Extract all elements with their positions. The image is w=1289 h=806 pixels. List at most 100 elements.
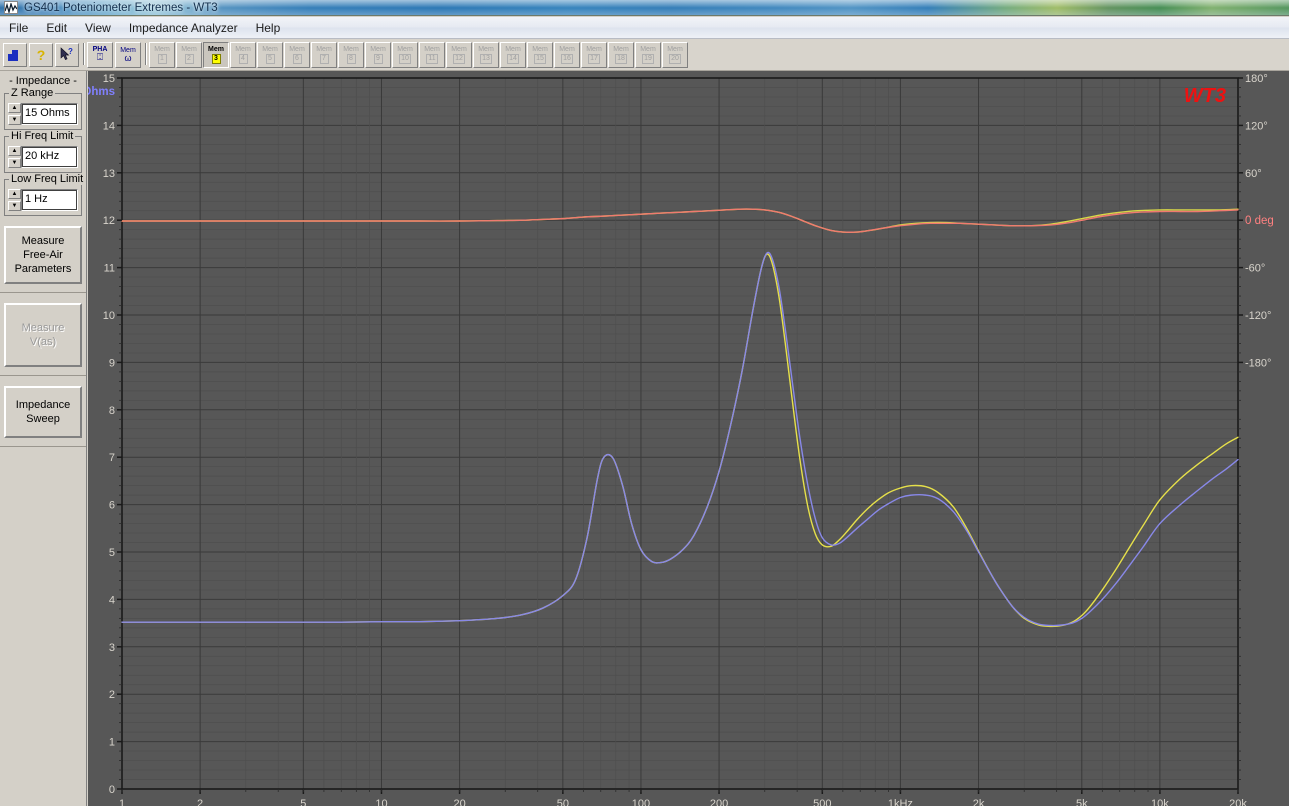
x-tick-label: 200 [710, 798, 728, 806]
window-titlebar: GS401 Poteniometer Extremes - WT3 [0, 0, 1289, 16]
y-axis-right: 180°120°60°0 deg-60°-120°-180° [1238, 73, 1274, 780]
x-tick-label: 1 [119, 798, 125, 806]
y2-tick-label: -60° [1245, 263, 1265, 275]
hi-freq-limit-legend: Hi Freq Limit [9, 130, 75, 142]
context-help-icon[interactable]: ? [55, 43, 79, 67]
x-tick-label: 10 [375, 798, 387, 806]
mem-slot-label: Mem [289, 46, 305, 54]
y-tick-label: 12 [103, 215, 115, 227]
x-tick-label: 5 [300, 798, 306, 806]
mem-slot-label: Mem [235, 46, 251, 54]
y2-tick-label: 180° [1245, 73, 1268, 85]
mem-slot-button-20[interactable]: Mem20 [662, 42, 688, 68]
phase-toggle-button[interactable]: PHA ⍠ [87, 42, 113, 68]
z-range-increment-icon[interactable]: ▲ [8, 103, 21, 113]
memory-slot-group: Mem1Mem2Mem3Mem4Mem5Mem6Mem7Mem8Mem9Mem1… [149, 42, 689, 68]
y2-tick-label: 120° [1245, 120, 1268, 132]
measure-vas-button[interactable]: Measure V(as) [4, 303, 82, 367]
mem-slot-button-16[interactable]: Mem16 [554, 42, 580, 68]
mem-slot-number: 11 [426, 54, 437, 64]
x-tick-label: 1kHz [888, 798, 913, 806]
mem-slot-button-7[interactable]: Mem7 [311, 42, 337, 68]
y2-tick-label: 60° [1245, 168, 1262, 180]
impedance-sweep-line-2: Sweep [8, 412, 78, 426]
mem-slot-number: 4 [239, 54, 248, 64]
y2-tick-label: -120° [1245, 310, 1271, 322]
hi-freq-limit-input[interactable]: 20 kHz [21, 146, 78, 168]
toolbar: ? ? PHA ⍠ Mem ω Mem1Mem2Mem3Mem4Mem5Mem6… [0, 39, 1289, 71]
mem-slot-label: Mem [343, 46, 359, 54]
x-tick-label: 50 [557, 798, 569, 806]
menu-item-help[interactable]: Help [247, 18, 290, 38]
mem-slot-button-9[interactable]: Mem9 [365, 42, 391, 68]
window-title: GS401 Poteniometer Extremes - WT3 [24, 0, 218, 16]
menu-item-impedance-analyzer[interactable]: Impedance Analyzer [120, 18, 247, 38]
mem-slot-number: 10 [399, 54, 411, 64]
mem-slot-button-5[interactable]: Mem5 [257, 42, 283, 68]
mem-slot-button-13[interactable]: Mem13 [473, 42, 499, 68]
z-range-input[interactable]: 15 Ohms [21, 103, 78, 125]
z-range-decrement-icon[interactable]: ▼ [8, 115, 21, 125]
x-tick-label: 20k [1229, 798, 1247, 806]
x-tick-label: 20 [453, 798, 465, 806]
mem-slot-label: Mem [424, 46, 440, 54]
mem-slot-button-15[interactable]: Mem15 [527, 42, 553, 68]
z-range-stepper[interactable]: ▲ ▼ [8, 103, 21, 125]
help-icon[interactable]: ? [29, 43, 53, 67]
y-tick-label: 5 [109, 547, 115, 559]
mem-overlay-glyph: ω [124, 54, 131, 63]
mem-slot-number: 6 [293, 54, 302, 64]
mem-slot-button-11[interactable]: Mem11 [419, 42, 445, 68]
hi-freq-increment-icon[interactable]: ▲ [8, 146, 21, 156]
mem-slot-button-14[interactable]: Mem14 [500, 42, 526, 68]
mem-slot-button-18[interactable]: Mem18 [608, 42, 634, 68]
measure-free-air-line-3: Parameters [8, 262, 78, 276]
y2-tick-label: 0 deg [1245, 215, 1274, 227]
mem-slot-number: 1 [158, 54, 167, 64]
low-freq-limit-input[interactable]: 1 Hz [21, 189, 78, 211]
mem-overlay-button[interactable]: Mem ω [115, 42, 141, 68]
sidebar-panel-title: - Impedance - [0, 75, 86, 87]
mem-slot-button-17[interactable]: Mem17 [581, 42, 607, 68]
mem-slot-button-19[interactable]: Mem19 [635, 42, 661, 68]
mem-slot-button-1[interactable]: Mem1 [149, 42, 175, 68]
menu-item-file[interactable]: File [0, 18, 37, 38]
mem-slot-number: 18 [615, 54, 627, 64]
mem-slot-number: 17 [588, 54, 600, 64]
measure-free-air-parameters-button[interactable]: Measure Free-Air Parameters [4, 226, 82, 284]
menu-item-view[interactable]: View [76, 18, 120, 38]
impedance-sweep-button[interactable]: Impedance Sweep [4, 386, 82, 438]
sidebar-divider-2 [0, 375, 86, 376]
mem-slot-button-4[interactable]: Mem4 [230, 42, 256, 68]
x-tick-label: 5k [1076, 798, 1088, 806]
mem-slot-button-3[interactable]: Mem3 [203, 42, 229, 68]
mem-slot-number: 16 [561, 54, 573, 64]
open-file-icon[interactable] [3, 43, 27, 67]
mem-slot-button-6[interactable]: Mem6 [284, 42, 310, 68]
hi-freq-limit-stepper[interactable]: ▲ ▼ [8, 146, 21, 168]
impedance-chart[interactable]: 0123456789101112131415Ohms180°120°60°0 d… [88, 71, 1289, 806]
measure-free-air-line-1: Measure [8, 234, 78, 248]
wt3-watermark: WT3 [1184, 85, 1226, 107]
impedance-chart-canvas[interactable]: 0123456789101112131415Ohms180°120°60°0 d… [88, 71, 1289, 806]
mem-slot-label: Mem [262, 46, 278, 54]
y-tick-label: 2 [109, 689, 115, 701]
mem-slot-button-8[interactable]: Mem8 [338, 42, 364, 68]
menu-bar: File Edit View Impedance Analyzer Help [0, 17, 1289, 39]
mem-slot-number: 7 [320, 54, 329, 64]
mem-slot-label: Mem [532, 46, 548, 54]
low-freq-limit-stepper[interactable]: ▲ ▼ [8, 189, 21, 211]
mem-slot-label: Mem [640, 46, 656, 54]
mem-slot-number: 13 [480, 54, 492, 64]
low-freq-decrement-icon[interactable]: ▼ [8, 201, 21, 211]
hi-freq-decrement-icon[interactable]: ▼ [8, 158, 21, 168]
menu-item-edit[interactable]: Edit [37, 18, 76, 38]
mem-slot-button-10[interactable]: Mem10 [392, 42, 418, 68]
x-axis: 1251020501002005001kHz2k5k10k20k [119, 789, 1247, 806]
measure-vas-label: Measure V(as) [8, 321, 78, 349]
y-tick-label: 15 [103, 73, 115, 85]
y-tick-label: 9 [109, 357, 115, 369]
mem-slot-button-12[interactable]: Mem12 [446, 42, 472, 68]
low-freq-increment-icon[interactable]: ▲ [8, 189, 21, 199]
mem-slot-button-2[interactable]: Mem2 [176, 42, 202, 68]
